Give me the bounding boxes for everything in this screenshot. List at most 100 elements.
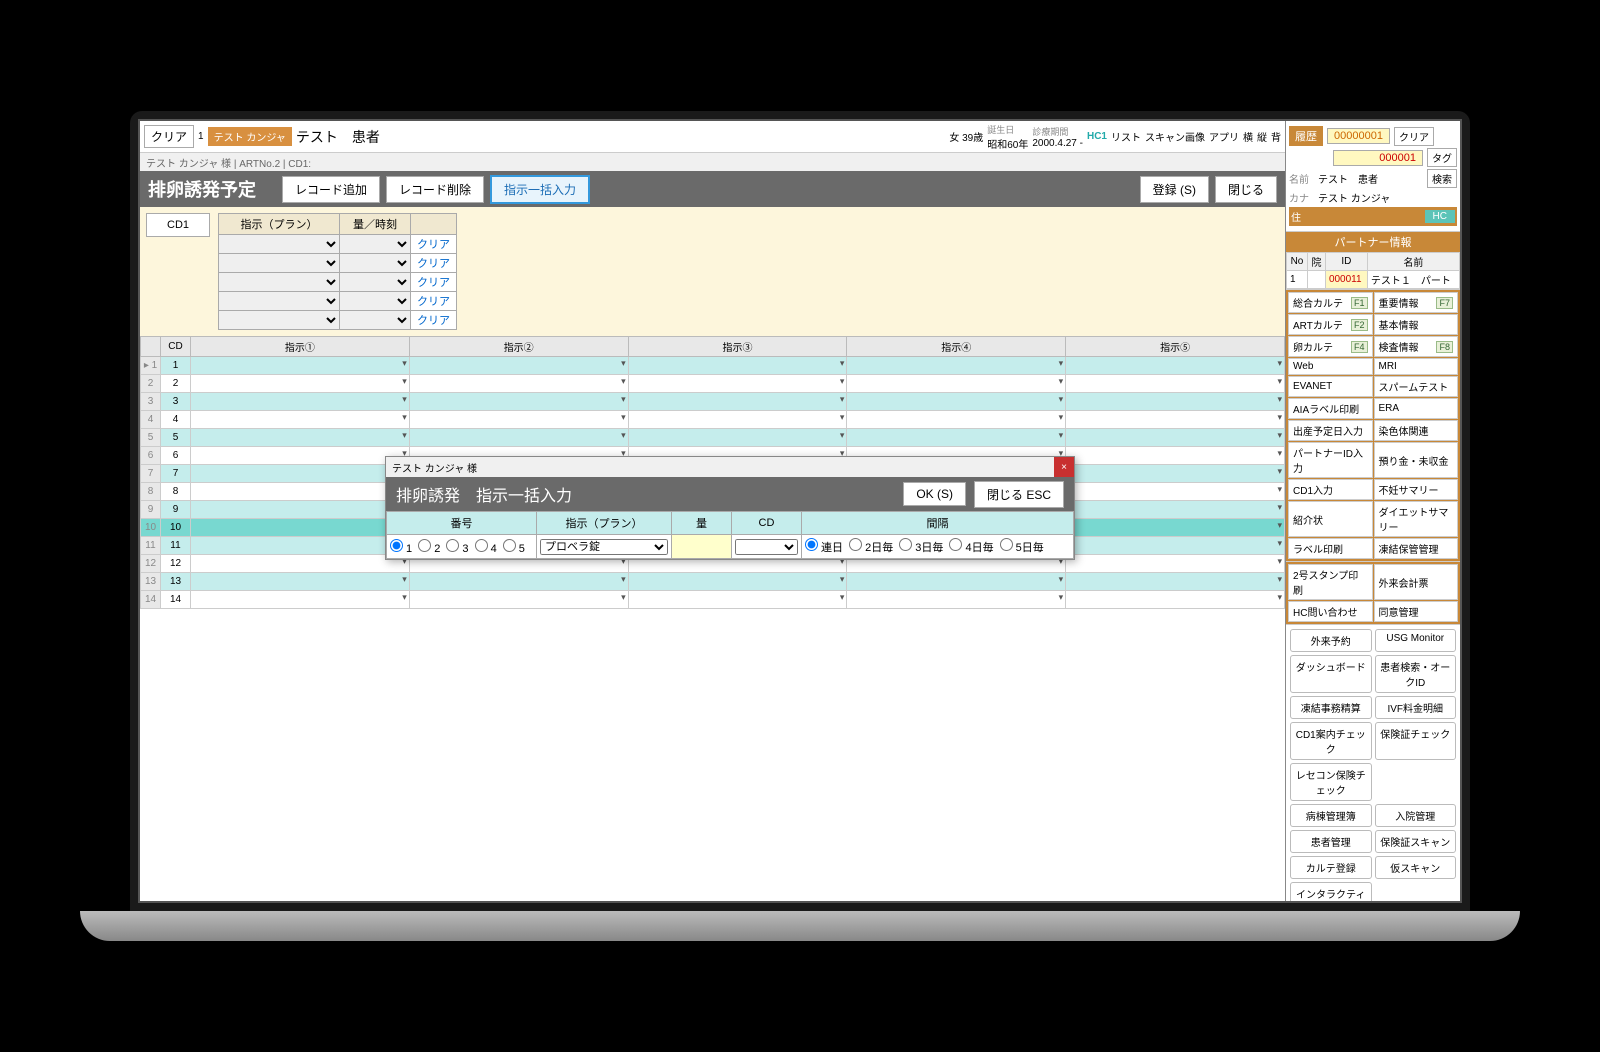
action-button[interactable]: 仮スキャン xyxy=(1375,856,1457,879)
action-button[interactable]: 病棟管理簿 xyxy=(1290,804,1372,827)
clear-link-5[interactable]: クリア xyxy=(411,315,456,327)
plan-select-3[interactable] xyxy=(219,273,339,291)
action-button[interactable]: 患者管理 xyxy=(1290,830,1372,853)
menu-item[interactable]: AIAラベル印刷 xyxy=(1288,398,1373,419)
menu-item[interactable]: 総合カルテF1 xyxy=(1288,292,1373,313)
menu-item[interactable]: 卵カルテF4 xyxy=(1288,336,1373,357)
menu-item[interactable]: EVANET xyxy=(1288,376,1373,397)
interval-radio-group[interactable]: 連日 2日毎 3日毎 4日毎 5日毎 xyxy=(805,538,1070,555)
table-row[interactable]: 22 xyxy=(141,375,1285,393)
menu-item[interactable]: 預り金・未収金 xyxy=(1374,442,1459,478)
menu-item[interactable]: 2号スタンプ印刷 xyxy=(1288,564,1373,600)
cd-select[interactable] xyxy=(735,539,798,555)
qty-input[interactable] xyxy=(675,539,728,554)
action-button[interactable]: 外来予約 xyxy=(1290,629,1372,652)
plan-select-1[interactable] xyxy=(219,235,339,253)
ok-button[interactable]: OK (S) xyxy=(903,482,966,506)
tate[interactable]: 縦 xyxy=(1257,129,1267,144)
menu-item[interactable]: 重要情報F7 xyxy=(1374,292,1459,313)
interval-radio[interactable]: 連日 xyxy=(805,538,843,555)
close-icon[interactable]: × xyxy=(1054,457,1074,477)
interval-radio[interactable]: 3日毎 xyxy=(899,538,943,555)
number-radio[interactable]: 1 xyxy=(390,539,412,555)
menu-item[interactable]: ARTカルテF2 xyxy=(1288,314,1373,335)
close-button[interactable]: 閉じる xyxy=(1215,176,1277,203)
menu-item[interactable]: CD1入力 xyxy=(1288,479,1373,500)
table-row[interactable]: 44 xyxy=(141,411,1285,429)
menu-item[interactable]: Web xyxy=(1288,358,1373,375)
menu-item[interactable]: 出産予定日入力 xyxy=(1288,420,1373,441)
id-field[interactable]: 000001 xyxy=(1333,150,1423,166)
batch-input-button[interactable]: 指示一括入力 xyxy=(490,175,590,204)
app-label[interactable]: アプリ xyxy=(1209,129,1239,144)
interval-radio[interactable]: 4日毎 xyxy=(949,538,993,555)
menu-item[interactable]: 外来会計票 xyxy=(1374,564,1459,600)
tag-button[interactable]: タグ xyxy=(1427,148,1457,167)
action-button[interactable]: IVF料金明細 xyxy=(1375,696,1457,719)
clear-link-4[interactable]: クリア xyxy=(411,296,456,308)
grid-header: CD xyxy=(161,337,191,357)
search-button[interactable]: 検索 xyxy=(1427,169,1457,188)
plan-select[interactable]: プロベラ錠 xyxy=(540,539,668,555)
table-row[interactable]: ▸ 11 xyxy=(141,357,1285,375)
table-row[interactable]: 33 xyxy=(141,393,1285,411)
clear-link-1[interactable]: クリア xyxy=(411,239,456,251)
qty-select-2[interactable] xyxy=(340,254,410,272)
clear-button[interactable]: クリア xyxy=(144,125,194,148)
menu-item[interactable]: 染色体関連 xyxy=(1374,420,1459,441)
menu-item[interactable]: ダイエットサマリー xyxy=(1374,501,1459,537)
menu-item[interactable]: ラベル印刷 xyxy=(1288,538,1373,559)
action-button[interactable]: レセコン保険チェック xyxy=(1290,763,1372,801)
clear-link-3[interactable]: クリア xyxy=(411,277,456,289)
action-button[interactable]: 入院管理 xyxy=(1375,804,1457,827)
table-row[interactable]: 55 xyxy=(141,429,1285,447)
action-button[interactable]: 凍結事務精算 xyxy=(1290,696,1372,719)
hai[interactable]: 背 xyxy=(1271,129,1281,144)
number-radio[interactable]: 2 xyxy=(418,539,440,555)
menu-item[interactable]: HC問い合わせ xyxy=(1288,601,1373,622)
menu-item[interactable]: 基本情報 xyxy=(1374,314,1459,335)
action-button[interactable]: USG Monitor xyxy=(1375,629,1457,652)
number-radio[interactable]: 3 xyxy=(446,539,468,555)
qty-select-1[interactable] xyxy=(340,235,410,253)
action-button[interactable]: CD1案内チェック xyxy=(1290,722,1372,760)
clear-button-r[interactable]: クリア xyxy=(1394,127,1434,146)
menu-item[interactable]: 凍結保管管理 xyxy=(1374,538,1459,559)
table-row[interactable]: 1414 xyxy=(141,591,1285,609)
menu-item[interactable]: MRI xyxy=(1374,358,1459,375)
menu-item[interactable]: 紹介状 xyxy=(1288,501,1373,537)
action-button[interactable]: インタラクティブメモ xyxy=(1290,882,1372,903)
scan-label[interactable]: スキャン画像 xyxy=(1145,129,1205,144)
action-button[interactable]: 保険証チェック xyxy=(1375,722,1457,760)
number-radio-group[interactable]: 1 2 3 4 5 xyxy=(390,539,533,555)
delete-record-button[interactable]: レコード削除 xyxy=(386,176,484,203)
qty-select-4[interactable] xyxy=(340,292,410,310)
qty-select-3[interactable] xyxy=(340,273,410,291)
menu-item[interactable]: ERA xyxy=(1374,398,1459,419)
register-button[interactable]: 登録 (S) xyxy=(1140,176,1209,203)
menu-item[interactable]: パートナーID入力 xyxy=(1288,442,1373,478)
action-button[interactable]: カルテ登録 xyxy=(1290,856,1372,879)
patient-name: テスト 患者 xyxy=(296,127,380,147)
table-row[interactable]: 1313 xyxy=(141,573,1285,591)
menu-item[interactable]: 不妊サマリー xyxy=(1374,479,1459,500)
action-button[interactable]: 患者検索・オークID xyxy=(1375,655,1457,693)
modal-close-button[interactable]: 閉じる ESC xyxy=(974,481,1064,508)
plan-select-5[interactable] xyxy=(219,311,339,329)
menu-item[interactable]: 同意管理 xyxy=(1374,601,1459,622)
qty-select-5[interactable] xyxy=(340,311,410,329)
yoko[interactable]: 横 xyxy=(1243,129,1253,144)
interval-radio[interactable]: 2日毎 xyxy=(849,538,893,555)
interval-radio[interactable]: 5日毎 xyxy=(1000,538,1044,555)
add-record-button[interactable]: レコード追加 xyxy=(282,176,380,203)
menu-item[interactable]: スパームテスト xyxy=(1374,376,1459,397)
plan-select-2[interactable] xyxy=(219,254,339,272)
number-radio[interactable]: 4 xyxy=(475,539,497,555)
list-label[interactable]: リスト xyxy=(1111,129,1141,144)
action-button[interactable]: 保険証スキャン xyxy=(1375,830,1457,853)
menu-item[interactable]: 検査情報F8 xyxy=(1374,336,1459,357)
action-button[interactable]: ダッシュボード xyxy=(1290,655,1372,693)
plan-select-4[interactable] xyxy=(219,292,339,310)
clear-link-2[interactable]: クリア xyxy=(411,258,456,270)
number-radio[interactable]: 5 xyxy=(503,539,525,555)
